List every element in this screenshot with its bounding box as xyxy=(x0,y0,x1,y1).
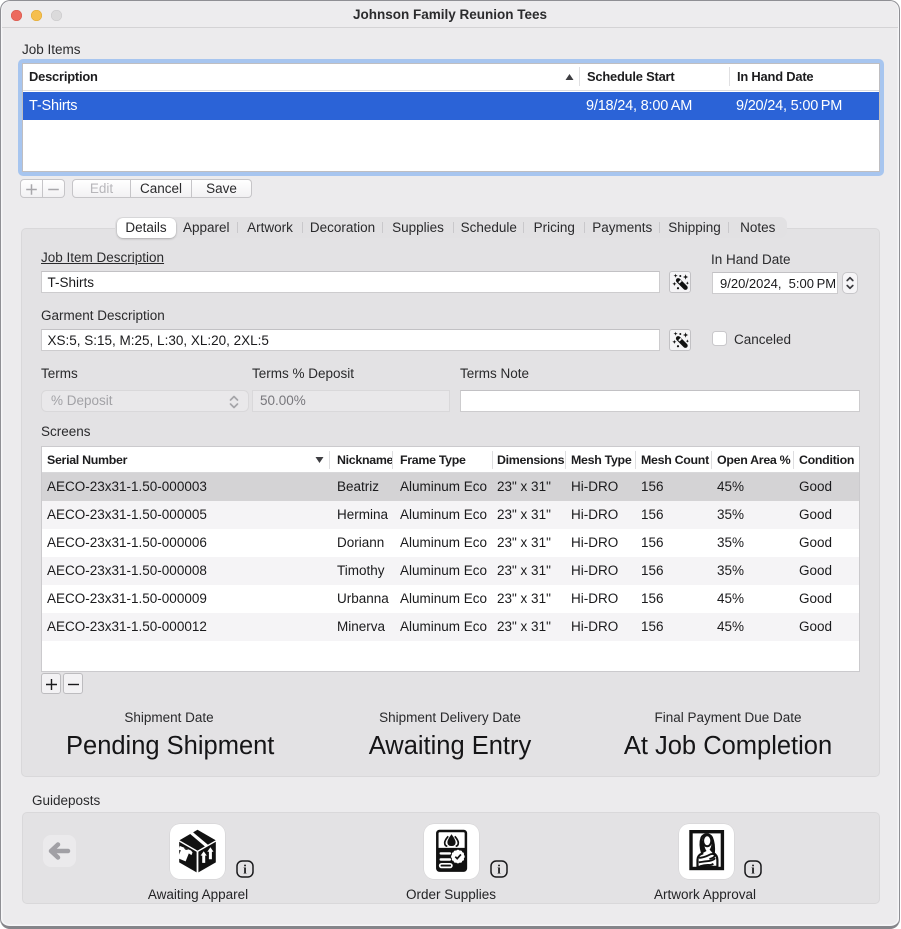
svg-text:i: i xyxy=(497,863,501,877)
svg-text:i: i xyxy=(243,863,247,877)
svg-text:i: i xyxy=(751,863,755,877)
